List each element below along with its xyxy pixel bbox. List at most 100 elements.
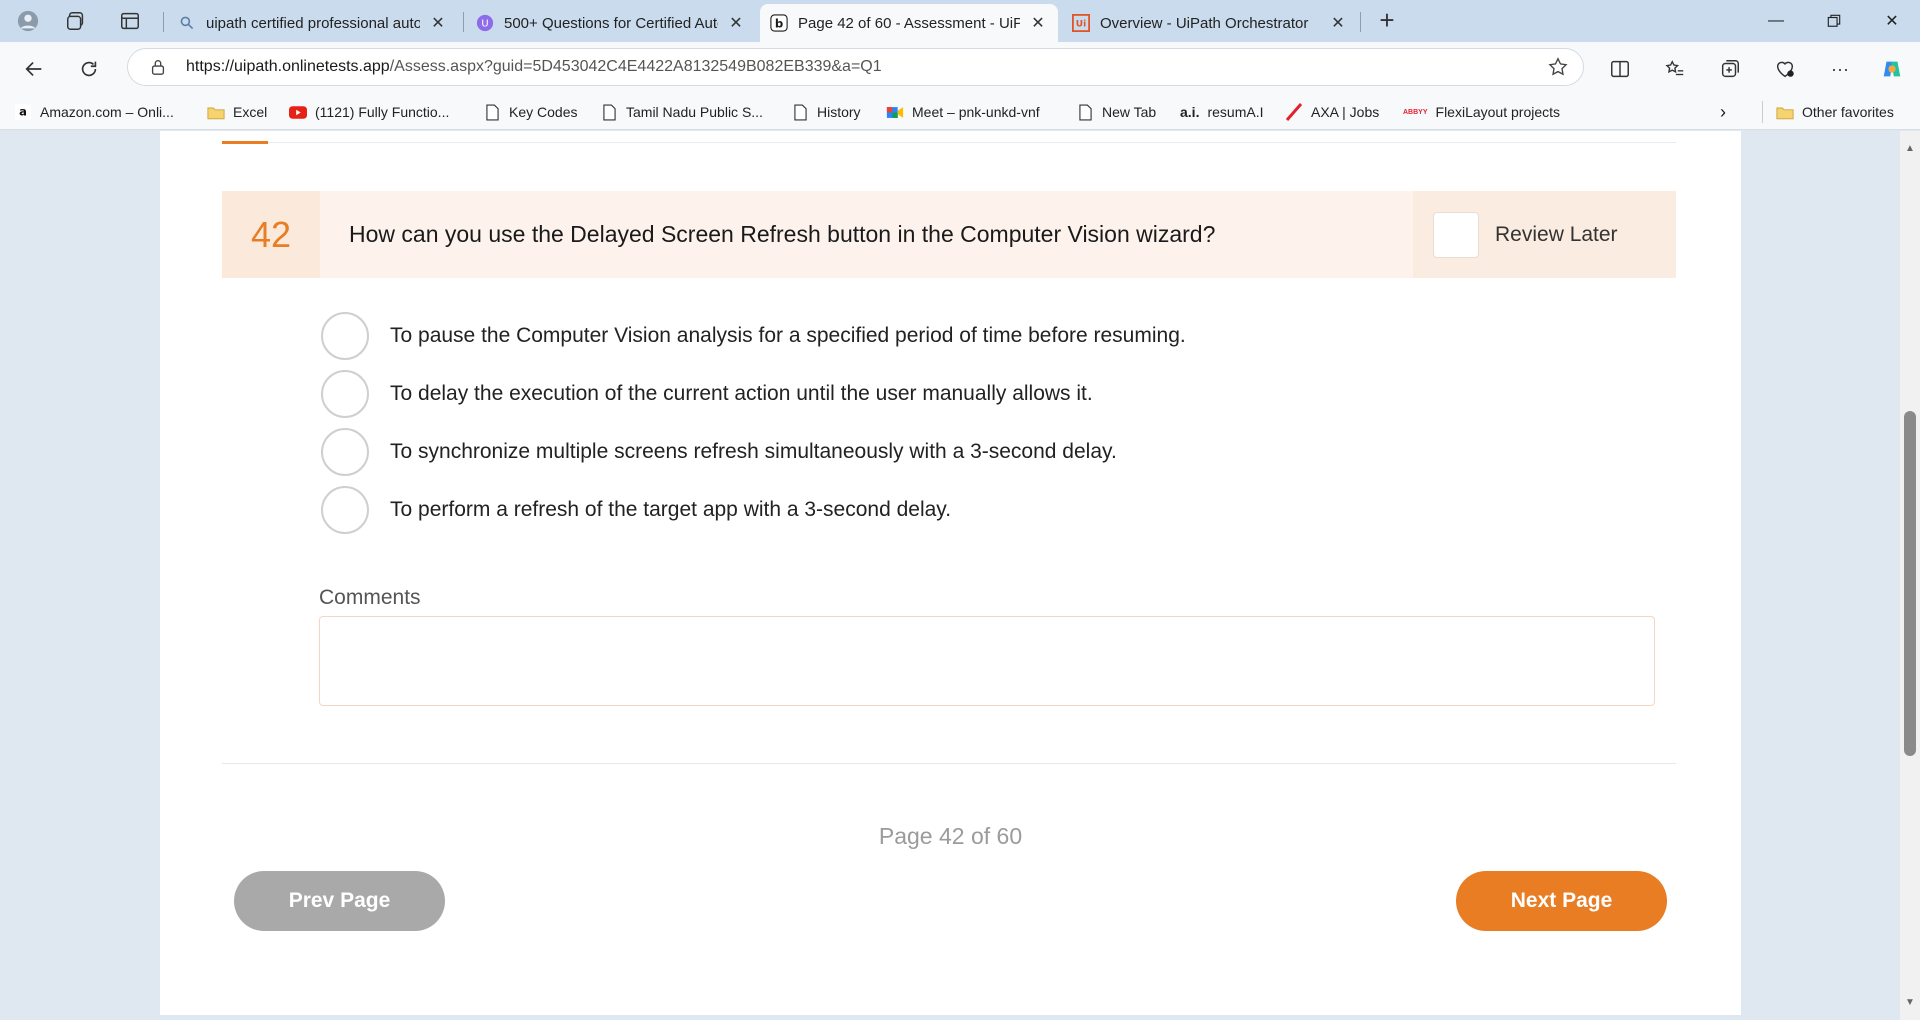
scroll-down-arrow-icon[interactable]: ▼ [1904, 997, 1916, 1009]
heart-pulse-icon [1776, 61, 1794, 78]
prev-page-button[interactable]: Prev Page [234, 871, 445, 931]
split-screen-icon [1611, 60, 1629, 78]
tab-separator [1360, 12, 1361, 32]
bookmark-new-tab[interactable]: New Tab [1076, 101, 1156, 123]
bookmark-excel[interactable]: Excel [207, 101, 267, 123]
bookmark-meet[interactable]: Meet – pnk-unkd-vnf [886, 101, 1040, 123]
page-icon [791, 103, 809, 121]
review-later-label[interactable]: Review Later [1495, 223, 1618, 247]
tab-actions-icon[interactable] [114, 5, 146, 37]
answer-option-4[interactable]: To perform a refresh of the target app w… [321, 486, 951, 534]
bookmark-flexilayout[interactable]: ABBYY FlexiLayout projects [1403, 101, 1560, 123]
assessment-card: 42 How can you use the Delayed Screen Re… [160, 131, 1741, 1015]
review-later-checkbox[interactable] [1433, 211, 1479, 258]
bookmark-amazon[interactable]: a Amazon.com – Onli... [14, 101, 174, 123]
option-radio[interactable] [321, 370, 369, 418]
tab-udemy-questions[interactable]: U 500+ Questions for Certified Auto ✕ [466, 4, 756, 42]
restore-icon [1827, 14, 1841, 27]
question-number: 42 [222, 191, 320, 278]
restore-button[interactable] [1805, 0, 1863, 42]
review-later[interactable]: Review Later [1413, 191, 1676, 278]
answer-option-3[interactable]: To synchronize multiple screens refresh … [321, 428, 1117, 476]
more-dots-icon: ··· [1831, 58, 1849, 79]
progress-accent-line [222, 141, 268, 144]
collections-icon [1721, 60, 1739, 78]
axa-icon [1285, 103, 1303, 121]
collections-button[interactable] [1713, 52, 1747, 86]
option-text[interactable]: To perform a refresh of the target app w… [390, 498, 951, 522]
tab-title: Page 42 of 60 - Assessment - UiPa [798, 14, 1020, 32]
ai-icon: a.i. [1180, 104, 1200, 120]
close-tab-icon[interactable]: ✕ [428, 13, 448, 33]
tab-orchestrator[interactable]: Ui Overview - UiPath Orchestrator ✕ [1062, 4, 1358, 42]
option-text[interactable]: To synchronize multiple screens refresh … [390, 440, 1117, 464]
udemy-icon: U [476, 14, 494, 32]
close-tab-icon[interactable]: ✕ [1328, 13, 1348, 33]
page-icon [1076, 103, 1094, 121]
next-page-button[interactable]: Next Page [1456, 871, 1667, 931]
browser-essentials-button[interactable] [1768, 52, 1802, 86]
close-window-button[interactable]: ✕ [1863, 0, 1920, 42]
lock-icon[interactable] [138, 58, 178, 76]
settings-more-button[interactable]: ··· [1823, 52, 1857, 86]
tab-separator [163, 12, 164, 32]
address-bar[interactable]: https://uipath.onlinetests.app/Assess.as… [127, 48, 1584, 86]
url-text: https://uipath.onlinetests.app/Assess.as… [186, 58, 882, 75]
vertical-scrollbar[interactable]: ▲ ▼ [1900, 131, 1920, 1020]
footer-divider [222, 763, 1676, 764]
search-icon [178, 14, 196, 32]
answer-option-1[interactable]: To pause the Computer Vision analysis fo… [321, 312, 1186, 360]
question-header: 42 How can you use the Delayed Screen Re… [222, 191, 1676, 278]
favorite-star-icon[interactable] [1547, 56, 1569, 83]
profile-avatar-icon[interactable] [12, 5, 44, 37]
back-button[interactable] [17, 52, 51, 86]
abbyy-icon: ABBYY [1403, 108, 1428, 116]
close-tab-icon[interactable]: ✕ [726, 13, 746, 33]
bookmark-youtube[interactable]: (1121) Fully Functio... [289, 101, 449, 123]
option-radio[interactable] [321, 312, 369, 360]
svg-text:b: b [775, 17, 783, 31]
workspaces-icon[interactable] [60, 5, 92, 37]
refresh-button[interactable] [72, 52, 106, 86]
bookmark-other-favorites[interactable]: Other favorites [1776, 101, 1894, 123]
meet-icon [886, 103, 904, 121]
bookmark-key-codes[interactable]: Key Codes [483, 101, 577, 123]
question-text: How can you use the Delayed Screen Refre… [349, 221, 1216, 247]
bookmark-resumai[interactable]: a.i. resumA.I [1180, 101, 1263, 123]
tab-title: uipath certified professional auto [206, 14, 420, 32]
option-text[interactable]: To pause the Computer Vision analysis fo… [390, 324, 1186, 348]
amazon-icon: a [14, 103, 32, 121]
bing-icon: b [770, 14, 788, 32]
scrollbar-thumb[interactable] [1904, 411, 1916, 756]
favorites-list-icon [1665, 60, 1684, 76]
youtube-icon [289, 103, 307, 121]
comments-textarea[interactable] [319, 616, 1655, 706]
minimize-button[interactable]: — [1747, 0, 1805, 42]
tab-separator [463, 12, 464, 32]
bookmark-axa[interactable]: AXA | Jobs [1285, 101, 1379, 123]
option-radio[interactable] [321, 486, 369, 534]
bookmark-history[interactable]: History [791, 101, 861, 123]
page-viewport: 42 How can you use the Delayed Screen Re… [0, 131, 1900, 1020]
svg-text:U: U [481, 19, 488, 30]
arrow-left-icon [25, 61, 42, 77]
tab-title: Overview - UiPath Orchestrator [1100, 14, 1309, 32]
tab-uipath-search[interactable]: uipath certified professional auto ✕ [168, 4, 458, 42]
tab-strip: uipath certified professional auto ✕ U 5… [0, 0, 1920, 42]
bookmarks-overflow-chevron-icon[interactable]: › [1720, 101, 1726, 123]
close-tab-icon[interactable]: ✕ [1028, 13, 1048, 33]
new-tab-button[interactable]: + [1372, 6, 1402, 36]
tab-assessment-active[interactable]: b Page 42 of 60 - Assessment - UiPa ✕ [760, 4, 1058, 42]
favorites-button[interactable] [1658, 52, 1692, 86]
split-screen-button[interactable] [1603, 52, 1637, 86]
bookmark-tnpsc[interactable]: Tamil Nadu Public S... [600, 101, 763, 123]
page-indicator: Page 42 of 60 [878, 823, 1023, 849]
answer-option-2[interactable]: To delay the execution of the current ac… [321, 370, 1093, 418]
page-icon [600, 103, 618, 121]
copilot-button[interactable] [1875, 52, 1909, 86]
option-radio[interactable] [321, 428, 369, 476]
option-text[interactable]: To delay the execution of the current ac… [390, 382, 1093, 406]
comments-label: Comments [319, 586, 421, 609]
scroll-up-arrow-icon[interactable]: ▲ [1904, 143, 1916, 155]
uipath-icon: Ui [1072, 14, 1090, 32]
